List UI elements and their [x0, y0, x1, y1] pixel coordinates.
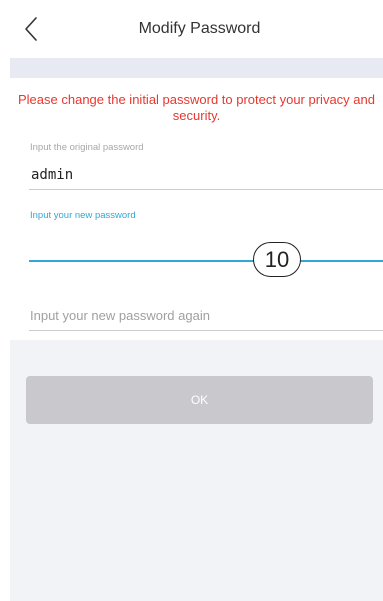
page-title: Modify Password: [138, 20, 261, 37]
original-password-value: admin: [31, 167, 74, 183]
new-password-underline: [29, 260, 383, 262]
confirm-password-field[interactable]: Input your new password again: [29, 292, 383, 332]
original-password-field[interactable]: Input the original password admin: [29, 136, 383, 190]
confirm-password-placeholder: Input your new password again: [30, 308, 210, 323]
header-divider-strip: [10, 58, 383, 78]
original-password-label: Input the original password: [30, 142, 144, 153]
ok-button[interactable]: OK: [26, 376, 373, 424]
header-bar: Modify Password: [10, 0, 383, 58]
modify-password-screen: Modify Password Please change the initia…: [10, 0, 383, 601]
new-password-label: Input your new password: [30, 210, 136, 221]
warning-message: Please change the initial password to pr…: [18, 92, 375, 123]
original-password-underline: [29, 189, 383, 190]
callout-number-badge: 10: [253, 242, 301, 277]
password-form: Please change the initial password to pr…: [10, 78, 383, 340]
new-password-field[interactable]: Input your new password: [29, 205, 383, 263]
confirm-password-underline: [29, 330, 383, 331]
